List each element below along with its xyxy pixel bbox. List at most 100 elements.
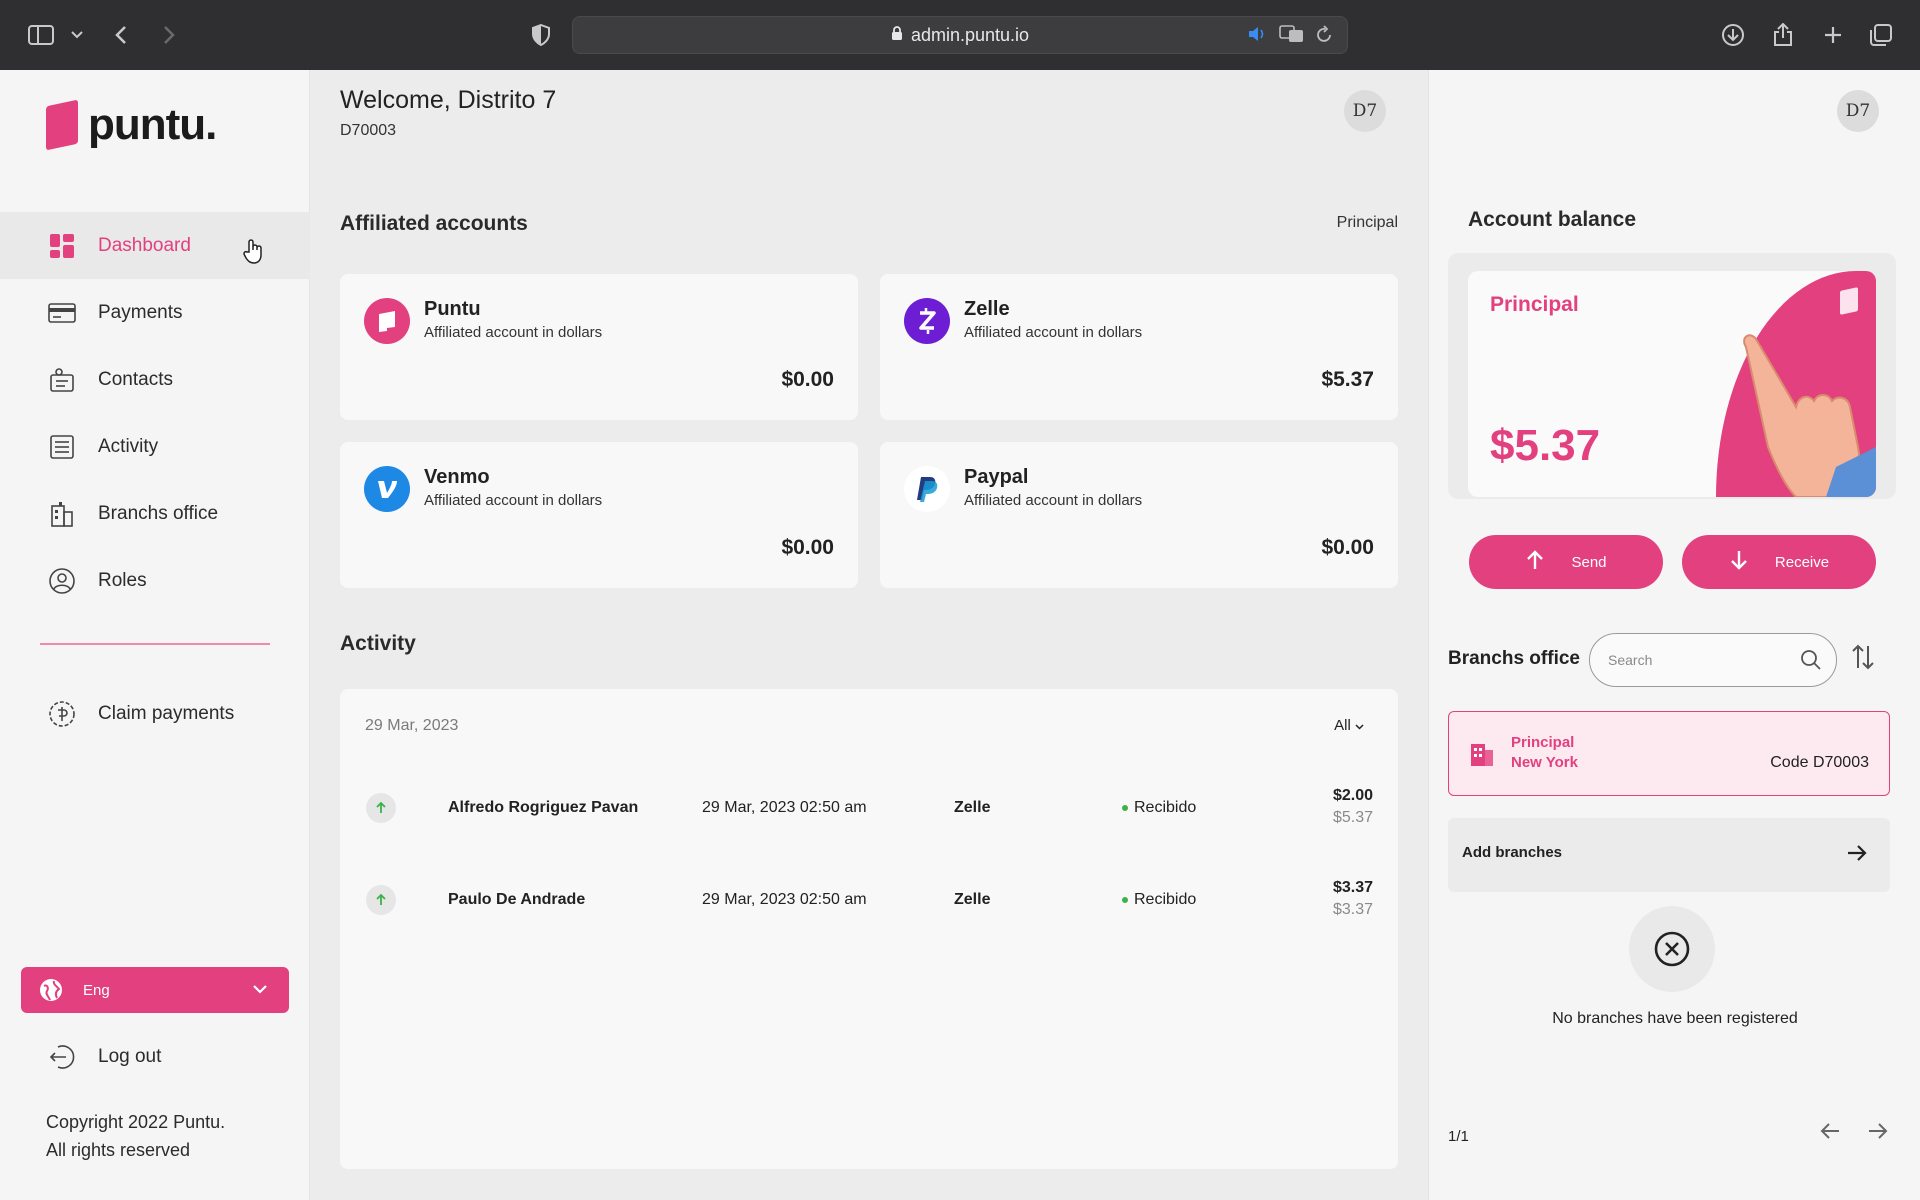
chevron-down-icon xyxy=(253,981,267,998)
puntu-icon xyxy=(364,298,410,344)
rights-line: All rights reserved xyxy=(46,1140,191,1160)
account-card-zelle[interactable]: Zelle Affiliated account in dollars $5.3… xyxy=(880,274,1398,420)
language-select[interactable]: Eng xyxy=(21,967,289,1013)
receive-button[interactable]: Receive xyxy=(1682,535,1876,589)
status-dot xyxy=(1122,896,1128,903)
prev-page-icon[interactable] xyxy=(1819,1120,1841,1147)
account-card-puntu[interactable]: Puntu Affiliated account in dollars $0.0… xyxy=(340,274,858,420)
copyright-line: Copyright 2022 Puntu. xyxy=(46,1112,226,1132)
browser-toolbar: admin.puntu.io xyxy=(0,0,1920,70)
main-content: Welcome, Distrito 7 D70003 D7 Affiliated… xyxy=(310,70,1428,1200)
status-text: Recibido xyxy=(1134,799,1197,816)
reload-icon[interactable] xyxy=(1317,25,1333,48)
row-name: Paulo De Andrade xyxy=(448,891,586,908)
activity-list: 29 Mar, 2023 All Alfredo Rogriguez Pavan… xyxy=(340,689,1398,1169)
contacts-icon xyxy=(48,366,76,394)
next-page-icon[interactable] xyxy=(1867,1120,1889,1147)
sidebar-item-roles[interactable]: Roles xyxy=(0,547,310,614)
account-name: Venmo xyxy=(424,466,490,488)
card-icon xyxy=(48,299,76,327)
paypal-icon xyxy=(904,466,950,512)
add-branches-button[interactable]: Add branches xyxy=(1448,818,1890,892)
row-method: Zelle xyxy=(954,891,991,908)
account-name: Paypal xyxy=(964,466,1029,488)
branches-title: Branchs office xyxy=(1448,648,1580,669)
arrow-down-icon xyxy=(1729,550,1749,574)
building-icon xyxy=(48,500,76,528)
building-icon xyxy=(1469,738,1495,773)
user-code: D70003 xyxy=(340,122,397,139)
sort-icon[interactable] xyxy=(1851,644,1875,675)
share-icon[interactable] xyxy=(1768,20,1798,50)
branch-name: Principal xyxy=(1511,734,1575,751)
account-subtitle: Affiliated account in dollars xyxy=(424,492,603,509)
sidebar-item-activity[interactable]: Activity xyxy=(0,413,310,480)
account-card-venmo[interactable]: Venmo Affiliated account in dollars $0.0… xyxy=(340,442,858,588)
sidebar-item-dashboard[interactable]: Dashboard xyxy=(0,212,310,279)
account-subtitle: Affiliated account in dollars xyxy=(424,324,603,341)
avatar[interactable]: D7 xyxy=(1837,90,1879,132)
right-panel: D7 Account balance Principal $5.37 Send … xyxy=(1428,70,1920,1200)
account-card-paypal[interactable]: Paypal Affiliated account in dollars $0.… xyxy=(880,442,1398,588)
row-name: Alfredo Rogriguez Pavan xyxy=(448,799,639,816)
sidebar-item-claim-payments[interactable]: Claim payments xyxy=(0,680,310,747)
empty-state-icon xyxy=(1629,906,1715,992)
welcome-title: Welcome, Distrito 7 xyxy=(340,86,557,114)
new-tab-icon[interactable] xyxy=(1818,20,1848,50)
translate-icon[interactable] xyxy=(1279,25,1305,48)
avatar[interactable]: D7 xyxy=(1344,90,1386,132)
back-icon[interactable] xyxy=(106,20,136,50)
principal-link[interactable]: Principal xyxy=(1337,214,1398,232)
account-name: Zelle xyxy=(964,298,1010,320)
table-row[interactable]: Alfredo Rogriguez Pavan 29 Mar, 2023 02:… xyxy=(340,777,1398,837)
row-amount: $2.00 xyxy=(1332,787,1373,804)
activity-filter[interactable]: All xyxy=(1334,717,1364,734)
balance-card-label: Principal xyxy=(1490,293,1579,316)
sidebar-item-label: Payments xyxy=(98,301,183,323)
row-balance: $3.37 xyxy=(1332,901,1373,918)
sidebar: puntu. Dashboard Payments Contacts Activ… xyxy=(0,70,310,1200)
send-button[interactable]: Send xyxy=(1469,535,1663,589)
forward-icon[interactable] xyxy=(154,20,184,50)
table-row[interactable]: Paulo De Andrade 29 Mar, 2023 02:50 am Z… xyxy=(340,869,1398,929)
row-datetime: 29 Mar, 2023 02:50 am xyxy=(702,891,867,908)
claim-payments-row[interactable]: Claim payments xyxy=(0,680,310,747)
puntu-logo[interactable]: puntu. xyxy=(46,99,217,151)
row-method: Zelle xyxy=(954,799,991,816)
cursor-hand-icon xyxy=(242,238,266,270)
activity-title: Activity xyxy=(340,632,416,655)
dashboard-icon xyxy=(48,232,76,260)
shield-icon[interactable] xyxy=(526,20,556,50)
sidebar-item-payments[interactable]: Payments xyxy=(0,279,310,346)
sidebar-item-branchs-office[interactable]: Branchs office xyxy=(0,480,310,547)
pointing-hand-illustration xyxy=(1726,327,1876,497)
search-icon[interactable] xyxy=(1800,649,1822,674)
status-dot xyxy=(1122,804,1128,811)
sidebar-toggle-icon[interactable] xyxy=(26,20,56,50)
branch-card[interactable]: Principal New York Code D70003 xyxy=(1448,711,1890,796)
balance-card[interactable]: Principal $5.37 xyxy=(1468,271,1876,497)
download-icon[interactable] xyxy=(1718,20,1748,50)
globe-icon xyxy=(39,978,63,1002)
row-amount: $3.37 xyxy=(1332,879,1373,896)
address-bar[interactable]: admin.puntu.io xyxy=(572,16,1348,54)
account-name: Puntu xyxy=(424,298,481,320)
search-input[interactable]: Search xyxy=(1589,633,1837,687)
language-value: Eng xyxy=(83,981,110,999)
zelle-icon xyxy=(904,298,950,344)
arrow-up-icon xyxy=(1525,550,1545,574)
sidebar-item-label: Activity xyxy=(98,435,159,457)
balance-card-container: Principal $5.37 xyxy=(1448,253,1896,499)
chevron-down-icon[interactable] xyxy=(62,20,92,50)
logout-label: Log out xyxy=(98,1045,162,1067)
logout-row[interactable]: Log out xyxy=(0,1023,310,1090)
account-amount: $5.37 xyxy=(1321,368,1374,391)
tabs-overview-icon[interactable] xyxy=(1866,20,1896,50)
row-status: Recibido xyxy=(1122,891,1196,909)
main-nav: Dashboard Payments Contacts Activity Bra… xyxy=(0,212,310,614)
logout-button[interactable]: Log out xyxy=(0,1023,310,1090)
send-label: Send xyxy=(1571,553,1607,571)
speaker-icon[interactable] xyxy=(1247,25,1267,48)
sidebar-item-contacts[interactable]: Contacts xyxy=(0,346,310,413)
search-placeholder: Search xyxy=(1608,652,1653,668)
